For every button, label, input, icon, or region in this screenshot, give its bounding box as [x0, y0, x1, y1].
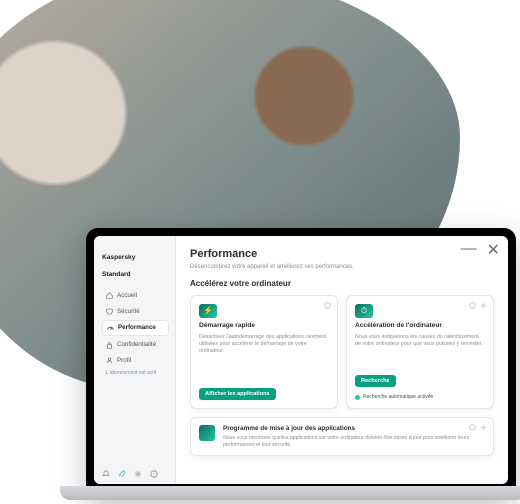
app-screen: Kaspersky Standard Accueil Sécurité Perf… [94, 236, 508, 484]
card-title: Démarrage rapide [199, 322, 329, 330]
laptop-frame: — ✕ Kaspersky Standard Accueil Sécurité [86, 228, 516, 498]
status-text: Recherche automatique activée [363, 394, 433, 400]
svg-text:i: i [472, 426, 473, 430]
sidebar-item-home[interactable]: Accueil [102, 289, 169, 303]
svg-text:i: i [327, 304, 328, 308]
help-icon[interactable]: ? [150, 470, 158, 478]
main-panel: Performance Désencombrez votre appareil … [176, 236, 508, 484]
svg-text:i: i [472, 304, 473, 308]
updates-icon [199, 425, 215, 441]
card-desc: Nous vous montrons quelles applications … [223, 435, 485, 448]
section-heading: Accélérez votre ordinateur [190, 279, 494, 289]
svg-text:?: ? [153, 472, 156, 477]
info-icon[interactable]: i [469, 424, 476, 434]
sidebar-item-profile[interactable]: Profil L'abonnement est actif [102, 354, 169, 379]
scan-button[interactable]: Recherche [355, 375, 396, 387]
card-desc: Désactivez l'autodémarrage des applicati… [199, 334, 329, 354]
user-icon [106, 357, 113, 364]
window-controls: — ✕ [461, 240, 500, 260]
info-icon[interactable]: i [324, 302, 331, 312]
window-close[interactable]: ✕ [487, 240, 500, 260]
card-desc: Nous vous indiquerons les causes du rale… [355, 334, 485, 347]
page-subtitle: Désencombrez votre appareil et améliorez… [190, 264, 494, 272]
status-dot-icon [355, 395, 360, 400]
show-apps-button[interactable]: Afficher les applications [199, 388, 276, 400]
sidebar-item-label: Accueil [117, 292, 137, 300]
home-icon [106, 292, 113, 299]
gear-icon[interactable] [134, 470, 142, 478]
bell-icon[interactable] [102, 470, 110, 478]
card-app-updates: i Programme de mise à jour des applicati… [190, 417, 494, 456]
sidebar-item-label: Performance [118, 324, 156, 332]
page-title: Performance [190, 248, 494, 262]
sidebar-item-security[interactable]: Sécurité [102, 305, 169, 319]
brand-line1: Kaspersky [102, 254, 135, 261]
card-speed-up: i ⏱ Accélération de l'ordinateur Nous vo… [346, 295, 494, 409]
shield-icon [106, 308, 113, 315]
speedometer-icon: ⏱ [355, 304, 373, 318]
subscription-status: L'abonnement est actif [106, 370, 156, 376]
sidebar-footer: ? [102, 470, 167, 478]
gear-icon[interactable] [480, 302, 487, 312]
window-minimize[interactable]: — [461, 240, 477, 260]
monitor-bolt-icon: ⚡ [199, 304, 217, 318]
auto-scan-status: Recherche automatique activée [355, 394, 485, 400]
card-quick-start: i ⚡ Démarrage rapide Désactivez l'autodé… [190, 295, 338, 409]
product-brand: Kaspersky Standard [102, 246, 169, 279]
sidebar-item-label: Profil [117, 357, 131, 365]
sidebar-item-privacy[interactable]: Confidentialité [102, 338, 169, 352]
info-icon[interactable]: i [469, 302, 476, 312]
card-row: i ⚡ Démarrage rapide Désactivez l'autodé… [190, 295, 494, 409]
gauge-icon [107, 325, 114, 332]
leaf-icon[interactable] [118, 470, 126, 478]
card-title: Accélération de l'ordinateur [355, 322, 485, 330]
lock-icon [106, 342, 113, 349]
sidebar-item-label: Confidentialité [117, 341, 156, 349]
laptop-base [60, 486, 520, 500]
card-title: Programme de mise à jour des application… [223, 425, 485, 433]
sidebar-item-performance[interactable]: Performance [102, 320, 169, 336]
sidebar: Kaspersky Standard Accueil Sécurité Perf… [94, 236, 176, 484]
brand-line2: Standard [102, 271, 131, 278]
sidebar-nav: Accueil Sécurité Performance Confidentia… [102, 289, 169, 379]
sidebar-item-label: Sécurité [117, 308, 140, 316]
gear-icon[interactable] [480, 424, 487, 434]
